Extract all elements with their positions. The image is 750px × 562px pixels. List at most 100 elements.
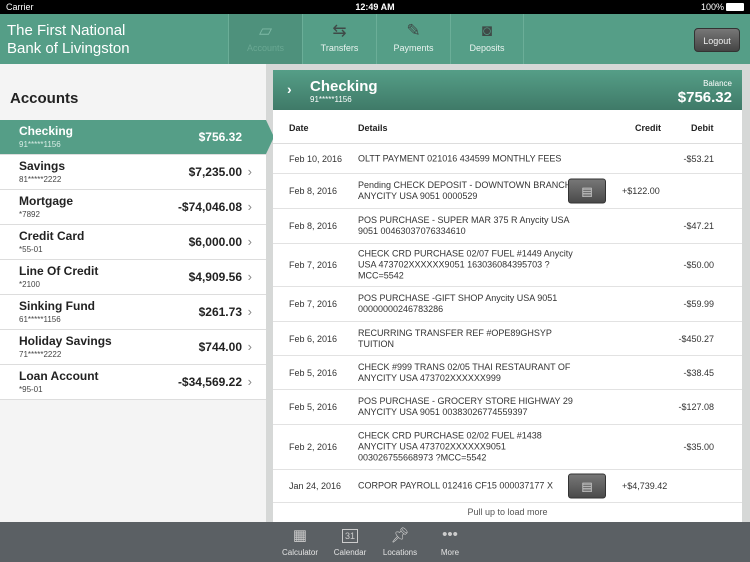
app-header: The First National Bank of Livingston ▱ A… (0, 14, 750, 64)
toolbar-calculator[interactable]: ▦ Calculator (275, 526, 325, 557)
tx-details: POS PURCHASE - SUPER MAR 375 R Anycity U… (358, 215, 570, 236)
tx-details: Pending CHECK DEPOSIT - DOWNTOWN BRANCH … (358, 180, 572, 201)
account-balance: $7,235.00 (188, 165, 242, 179)
account-balance: $744.00 (198, 340, 242, 354)
account-number: *95-01 (19, 385, 43, 394)
bottom-toolbar: ▦ Calculator 31 Calendar 📌︎ Locations ••• Mo… (0, 522, 750, 562)
account-header: › Checking 91*****1156 Balance $756.32 (273, 70, 742, 110)
account-number: *55-01 (19, 245, 43, 254)
toolbar-locations[interactable]: 📌︎ Locations (375, 526, 425, 557)
transaction-row[interactable]: Feb 8, 2016 POS PURCHASE - SUPER MAR 375 … (273, 209, 742, 244)
tx-date: Feb 8, 2016 (289, 186, 338, 196)
check-pen-icon: ✎ (406, 21, 421, 40)
col-date: Date (289, 123, 309, 133)
col-credit: Credit (635, 123, 662, 133)
tx-details: CORPOR PAYROLL 012416 CF15 000037177 X (358, 480, 553, 491)
account-item[interactable]: Holiday Savings 71*****2222 $744.00 › (0, 330, 266, 365)
account-balance: $261.73 (198, 305, 242, 319)
tx-details: OLTT PAYMENT 021016 434599 MONTHLY FEES (358, 153, 562, 163)
account-name: Loan Account (19, 369, 99, 383)
tx-date: Feb 7, 2016 (289, 299, 338, 309)
chevron-right-icon: › (247, 374, 252, 389)
view-check-image-button[interactable]: ▤ (568, 473, 606, 499)
tx-details: POS PURCHASE - GROCERY STORE HIGHWAY 29 … (358, 396, 573, 417)
account-item[interactable]: Mortgage *7892 -$74,046.08 › (0, 190, 266, 225)
accounts-title: Accounts (10, 90, 79, 107)
tab-transfers[interactable]: ⇆ Transfers (302, 14, 376, 64)
transaction-row[interactable]: Feb 2, 2016 CHECK CRD PURCHASE 02/02 FUEL… (273, 425, 742, 470)
chevron-right-icon: › (247, 269, 252, 284)
clock: 12:49 AM (355, 2, 395, 12)
tx-debit: -$38.45 (683, 367, 714, 378)
transaction-row[interactable]: Feb 7, 2016 CHECK CRD PURCHASE 02/07 FUEL… (273, 244, 742, 287)
col-details: Details (358, 123, 388, 133)
view-check-image-button[interactable]: ▤ (568, 178, 606, 204)
chevron-right-icon: › (247, 234, 252, 249)
logout-button[interactable]: Logout (694, 28, 740, 52)
battery-icon (726, 3, 744, 11)
transaction-row[interactable]: Feb 8, 2016 Pending CHECK DEPOSIT - DOWNT… (273, 174, 742, 209)
tx-credit: +$122.00 (622, 186, 660, 196)
toolbar-more[interactable]: ••• More (425, 526, 475, 557)
chevron-right-icon[interactable]: › (287, 81, 292, 97)
calendar-icon: 31 (325, 526, 375, 548)
tx-date: Feb 2, 2016 (289, 442, 338, 452)
account-item[interactable]: Sinking Fund 61*****1156 $261.73 › (0, 295, 266, 330)
tx-debit: -$53.21 (683, 153, 714, 164)
tx-date: Feb 5, 2016 (289, 402, 338, 412)
arrows-icon: ⇆ (332, 21, 347, 40)
tx-date: Feb 5, 2016 (289, 367, 338, 378)
tx-details: RECURRING TRANSFER REF #OPE89GHSYP TUITI… (358, 327, 552, 349)
account-number: 81*****2222 (19, 175, 62, 184)
account-name: Savings (19, 159, 66, 173)
tx-debit: -$50.00 (683, 260, 714, 270)
tx-details: CHECK CRD PURCHASE 02/07 FUEL #1449 Anyc… (358, 248, 573, 281)
tab-payments[interactable]: ✎ Payments (376, 14, 450, 64)
account-title: Checking (310, 78, 378, 95)
transaction-row[interactable]: Jan 24, 2016 CORPOR PAYROLL 012416 CF15 0… (273, 470, 742, 503)
account-name: Sinking Fund (19, 299, 95, 313)
balance-label: Balance (703, 79, 732, 88)
account-name: Credit Card (19, 229, 85, 243)
card-icon: ▱ (258, 21, 273, 40)
account-balance: -$34,569.22 (177, 375, 242, 389)
battery: 100% (701, 0, 744, 14)
tx-details: CHECK #999 TRANS 02/05 THAI RESTAURANT O… (358, 361, 571, 383)
account-name: Holiday Savings (19, 334, 112, 348)
tx-debit: -$127.08 (678, 402, 714, 412)
account-balance: $4,909.56 (188, 270, 242, 284)
tx-debit: -$47.21 (683, 221, 714, 231)
tx-date: Feb 6, 2016 (289, 333, 338, 344)
tab-deposits[interactable]: ◙ Deposits (450, 14, 524, 64)
account-item[interactable]: Checking 91*****1156 $756.32 (0, 120, 274, 155)
chevron-right-icon: › (247, 339, 252, 354)
bank-name: The First National Bank of Livingston (7, 22, 130, 57)
transaction-row[interactable]: Feb 5, 2016 CHECK #999 TRANS 02/05 THAI R… (273, 356, 742, 390)
account-item[interactable]: Loan Account *95-01 -$34,569.22 › (0, 365, 266, 400)
account-item[interactable]: Line Of Credit *2100 $4,909.56 › (0, 260, 266, 295)
balance-value: $756.32 (677, 89, 732, 106)
accounts-sidebar: Accounts Checking 91*****1156 $756.32 Savin… (0, 64, 274, 522)
account-number: *2100 (19, 280, 40, 289)
account-detail: › Checking 91*****1156 Balance $756.32 D… (273, 70, 742, 522)
transaction-row[interactable]: Feb 7, 2016 POS PURCHASE -GIFT SHOP Anyci… (273, 287, 742, 322)
chevron-right-icon: › (247, 199, 252, 214)
account-number: *7892 (19, 210, 40, 219)
transaction-row[interactable]: Feb 6, 2016 RECURRING TRANSFER REF #OPE89… (273, 322, 742, 356)
tx-debit: -$59.99 (683, 299, 714, 309)
account-item[interactable]: Credit Card *55-01 $6,000.00 › (0, 225, 266, 260)
camera-icon: ◙ (481, 21, 493, 40)
toolbar-calendar[interactable]: 31 Calendar (325, 526, 375, 557)
account-name: Checking (19, 124, 74, 138)
account-number: 91*****1156 (310, 95, 352, 104)
tab-accounts[interactable]: ▱ Accounts (228, 14, 302, 64)
load-more[interactable]: Pull up to load more (273, 503, 742, 517)
tx-debit: -$35.00 (683, 442, 714, 452)
transaction-row[interactable]: Feb 5, 2016 POS PURCHASE - GROCERY STORE … (273, 390, 742, 425)
account-item[interactable]: Savings 81*****2222 $7,235.00 › (0, 155, 266, 190)
account-number: 71*****2222 (19, 350, 62, 359)
transaction-row[interactable]: Feb 10, 2016 OLTT PAYMENT 021016 434599 M… (273, 144, 742, 174)
tx-debit: -$450.27 (678, 333, 714, 344)
col-debit: Debit (691, 123, 714, 133)
account-balance: $6,000.00 (188, 235, 242, 249)
